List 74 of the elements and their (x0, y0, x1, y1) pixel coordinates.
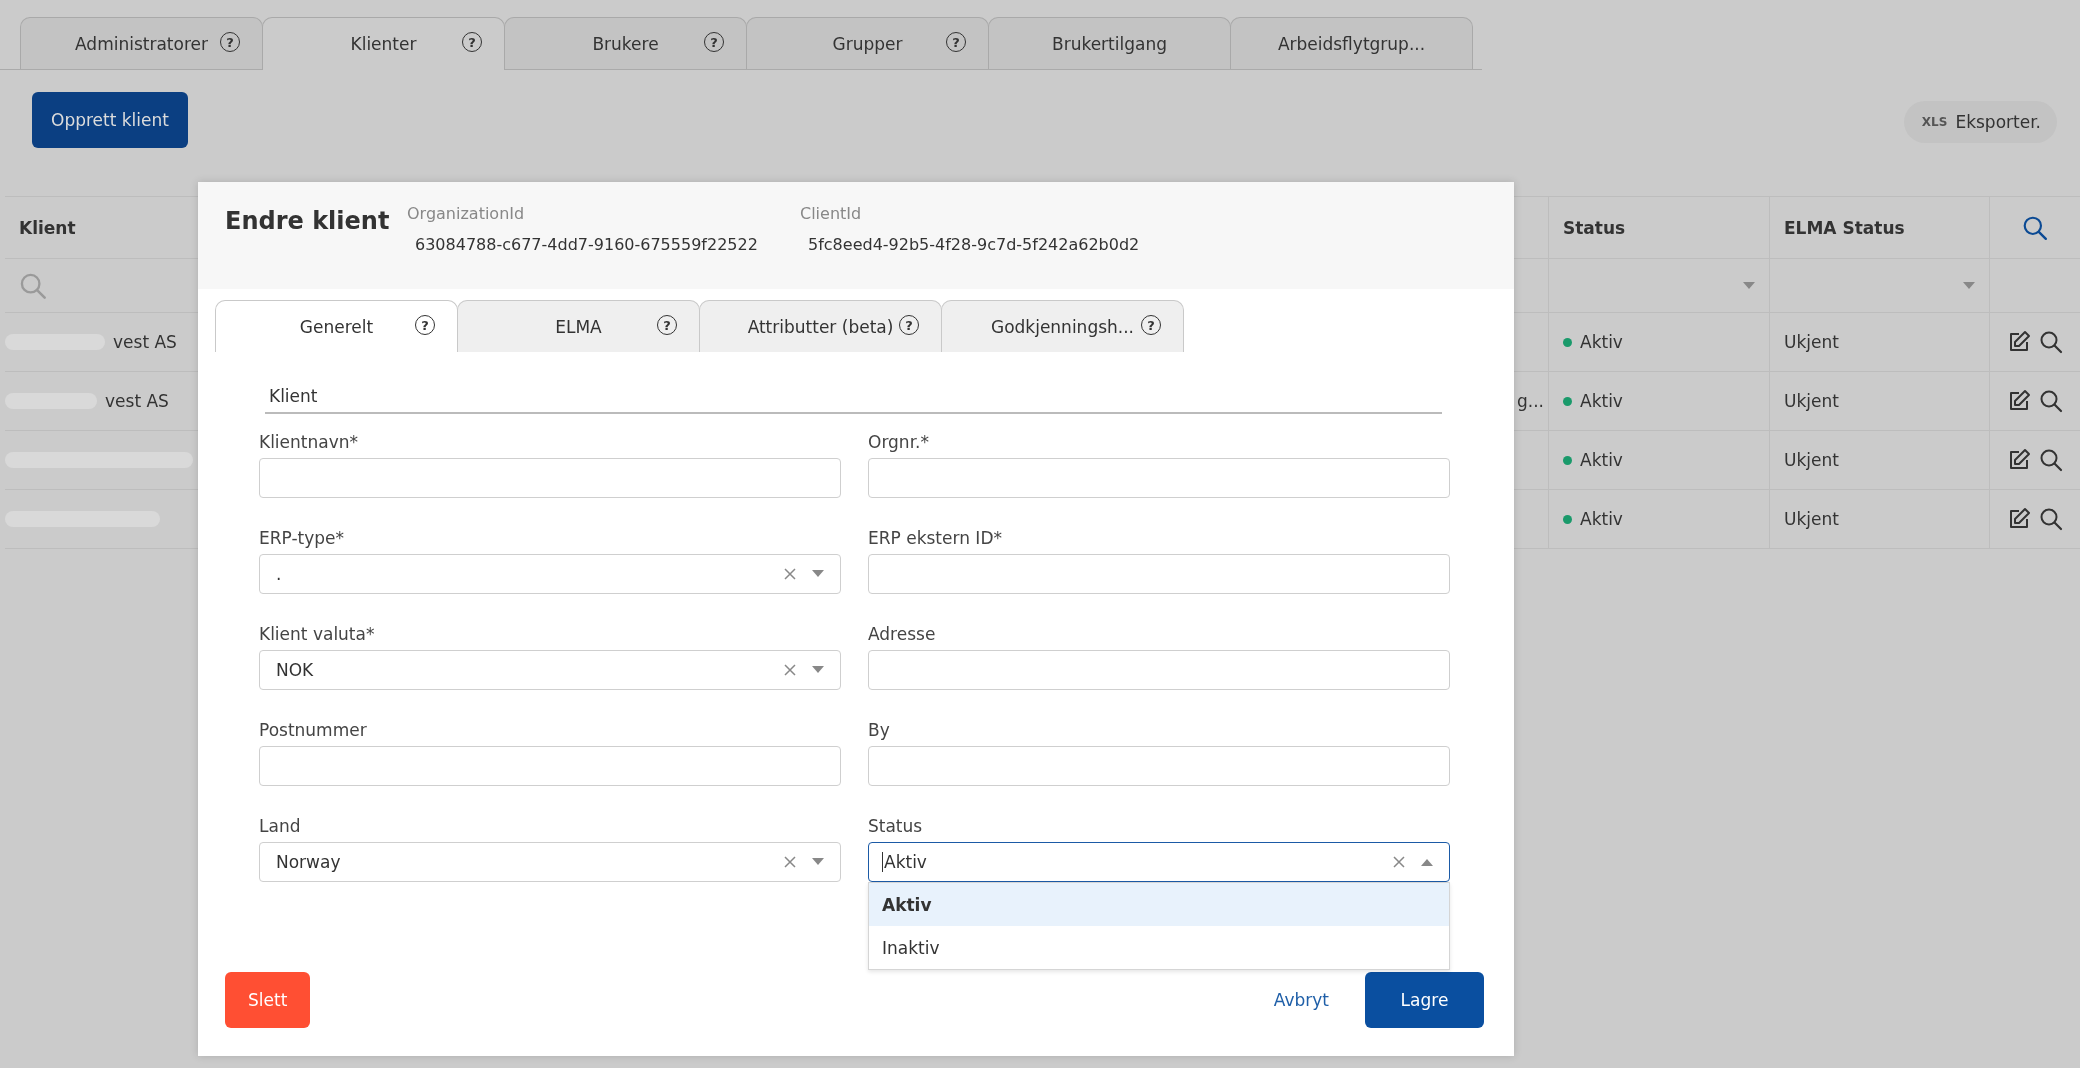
table-cell: Aktiv (1580, 391, 1623, 411)
tab[interactable]: ELMA ? (457, 300, 700, 352)
table-cell: Aktiv (1580, 509, 1623, 529)
field-label: Klient valuta* (259, 624, 376, 644)
table-cell: Aktiv (1580, 450, 1623, 470)
create-client-button[interactable]: Opprett klient (32, 92, 188, 148)
field-label: OrganizationId (407, 204, 526, 223)
field-label: Postnummer (259, 720, 368, 740)
input-field[interactable] (868, 746, 1450, 786)
input-field[interactable] (868, 554, 1450, 594)
table-cell: vest AS (105, 391, 169, 411)
edit-icon[interactable] (2007, 389, 2031, 413)
save-button[interactable]: Lagre (1365, 972, 1484, 1028)
table-cell: Ukjent (1784, 332, 1839, 352)
table-cell: g... (1517, 391, 1544, 411)
clear-icon[interactable] (784, 856, 796, 868)
edit-icon[interactable] (2007, 507, 2031, 531)
section-heading: Klient (265, 386, 1442, 414)
caret-icon[interactable] (1743, 281, 1755, 290)
dropdown-field[interactable]: NOK (259, 650, 841, 690)
caret-icon[interactable] (812, 570, 824, 578)
search-icon[interactable] (2039, 448, 2063, 472)
tab[interactable]: Generelt ? (215, 300, 458, 352)
field-label: ERP ekstern ID* (868, 528, 1003, 548)
cancel-link[interactable]: Avbryt (1273, 990, 1329, 1010)
tab[interactable]: Administratorer ? (20, 17, 263, 69)
search-icon[interactable] (2039, 507, 2063, 531)
tab[interactable]: Godkjenningsh... ? (941, 300, 1184, 352)
column-header[interactable]: Klient (19, 217, 76, 238)
table-cell: Ukjent (1784, 391, 1839, 411)
column-header[interactable]: Status (1563, 217, 1626, 238)
dropdown-field[interactable]: . (259, 554, 841, 594)
table-cell: Ukjent (1784, 450, 1839, 470)
column-header[interactable]: ELMA Status (1784, 217, 1905, 238)
caret-icon[interactable] (1421, 858, 1433, 866)
caret-icon[interactable] (812, 666, 824, 674)
table-cell: Aktiv (1580, 332, 1623, 352)
field-label: Status (868, 816, 924, 836)
search-icon[interactable] (2022, 214, 2048, 241)
search-icon[interactable] (2039, 389, 2063, 413)
field-value: 5fc8eed4-92b5-4f28-9c7d-5f242a62b0d2 (807, 235, 1141, 254)
tab[interactable]: Arbeidsflytgrup... (1230, 17, 1473, 69)
dropdown-option[interactable]: Aktiv (869, 883, 1449, 926)
dropdown-option[interactable]: Inaktiv (869, 926, 1449, 969)
tab[interactable]: Brukertilgang (988, 17, 1231, 69)
clear-icon[interactable] (1393, 856, 1405, 868)
field-value: 63084788-c677-4dd7-9160-675559f22522 (414, 235, 759, 254)
input-field[interactable] (868, 650, 1450, 690)
tab[interactable]: Brukere ? (504, 17, 747, 69)
input-field[interactable] (259, 458, 841, 498)
tab[interactable]: Attributter (beta) ? (699, 300, 942, 352)
tab[interactable]: Klienter ? (262, 17, 505, 70)
table-cell: vest AS (113, 332, 177, 352)
field-label: ERP-type* (259, 528, 346, 548)
tab[interactable]: Grupper ? (746, 17, 989, 69)
input-field[interactable] (259, 746, 841, 786)
field-label: ClientId (800, 204, 863, 223)
edit-icon[interactable] (2007, 448, 2031, 472)
field-label: Land (259, 816, 302, 836)
dropdown-field[interactable]: Norway (259, 842, 841, 882)
clear-icon[interactable] (784, 568, 796, 580)
field-label: Adresse (868, 624, 937, 644)
field-label: By (868, 720, 891, 740)
edit-icon[interactable] (2007, 330, 2031, 354)
field-label: Klientnavn* (259, 432, 360, 452)
field-label: Orgnr.* (868, 432, 930, 452)
caret-icon[interactable] (812, 858, 824, 866)
clear-icon[interactable] (784, 664, 796, 676)
search-icon[interactable] (2039, 330, 2063, 354)
input-field[interactable] (868, 458, 1450, 498)
dialog-title: Endre klient (225, 207, 391, 235)
table-cell: Ukjent (1784, 509, 1839, 529)
export-button[interactable]: XLS Eksporter. (1903, 101, 2057, 143)
caret-icon[interactable] (1963, 281, 1975, 290)
